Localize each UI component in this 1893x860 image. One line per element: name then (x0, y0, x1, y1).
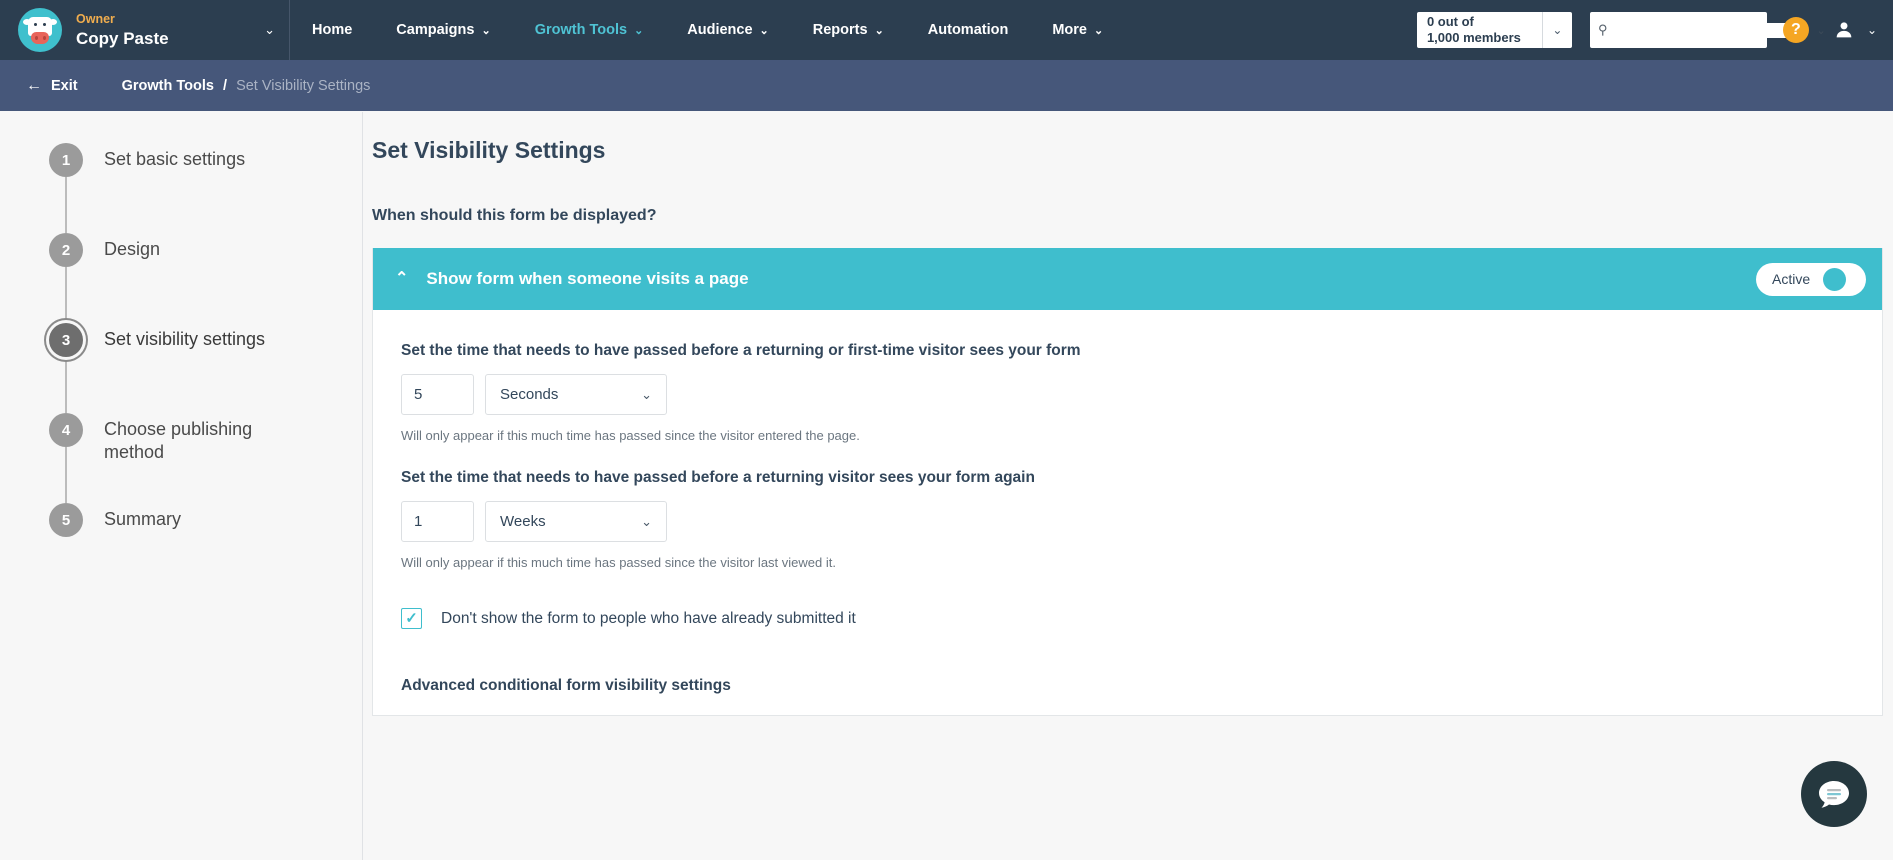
advanced-settings-heading: Advanced conditional form visibility set… (401, 677, 731, 694)
panel-title: Show form when someone visits a page (426, 269, 749, 288)
nav-item-home[interactable]: Home (290, 0, 374, 60)
chevron-down-icon: ⌄ (759, 24, 769, 37)
step-number: 2 (49, 233, 83, 267)
active-toggle[interactable]: Active (1756, 262, 1866, 296)
chevron-down-icon[interactable]: ⌄ (254, 22, 275, 38)
step-number: 3 (49, 323, 83, 357)
nav-item-label: Automation (927, 22, 1009, 38)
nav-item-label: Reports (812, 22, 868, 38)
sidebar-divider (362, 112, 363, 860)
top-navigation-bar: Owner Copy Paste ⌄ Home Campaigns ⌄ Grow… (0, 0, 1893, 60)
panel-body: Set the time that needs to have passed b… (373, 310, 1882, 715)
chevron-down-icon: ⌄ (1093, 24, 1104, 37)
step-label: Summary (104, 509, 182, 529)
revisit-unit-label: Weeks (500, 513, 546, 530)
field-helper-text: Will only appear if this much time has p… (401, 428, 860, 443)
members-quota-line2: 1,000 members (1426, 30, 1521, 45)
hide-after-submit-label: Don't show the form to people who have a… (441, 609, 856, 627)
chevron-down-icon: ⌄ (641, 386, 652, 402)
nav-item-label: Growth Tools (534, 22, 628, 38)
exit-button[interactable]: ← Exit (26, 77, 78, 95)
main-content: Set Visibility Settings When should this… (362, 111, 1893, 860)
account-role: Owner (76, 11, 115, 26)
wizard-steps-sidebar: 1 Set basic settings 2 Design 3 Set visi… (0, 111, 362, 860)
nav-item-label: Campaigns (396, 22, 475, 38)
help-icon[interactable]: ? (1782, 17, 1809, 43)
field-group-first-time-delay: Set the time that needs to have passed b… (401, 342, 1854, 443)
nav-item-campaigns[interactable]: Campaigns ⌄ (374, 0, 512, 60)
delay-unit-select[interactable]: Seconds ⌄ (485, 374, 667, 415)
brand-logo-cow-icon (18, 8, 62, 52)
sidebar-step-design[interactable]: 2 Design (0, 233, 362, 323)
step-label: Set visibility settings (104, 329, 266, 349)
delay-unit-label: Seconds (500, 386, 559, 403)
chevron-down-icon: ⌄ (634, 24, 644, 37)
field-helper-text: Will only appear if this much time has p… (401, 555, 836, 570)
field-label: Set the time that needs to have passed b… (401, 469, 1035, 486)
search-input[interactable] (1607, 22, 1796, 38)
chat-bubble-icon (1819, 781, 1849, 808)
exit-label: Exit (51, 77, 78, 94)
field-group-return-visitor-delay: Set the time that needs to have passed b… (401, 469, 1854, 570)
global-search[interactable]: ⚲ All ⌄ (1589, 12, 1826, 48)
arrow-left-icon: ← (26, 76, 42, 94)
breadcrumb-current: Set Visibility Settings (236, 77, 371, 94)
breadcrumb-separator: / (223, 77, 228, 94)
chevron-down-icon[interactable]: ⌄ (1541, 12, 1572, 48)
step-number: 1 (49, 143, 83, 177)
nav-item-label: Audience (687, 22, 753, 38)
members-quota-line1: 0 out of (1426, 13, 1474, 29)
nav-item-label: Home (312, 22, 353, 38)
chevron-down-icon: ⌄ (874, 24, 884, 37)
step-label: Set basic settings (104, 149, 246, 169)
nav-item-growth-tools[interactable]: Growth Tools ⌄ (513, 0, 666, 60)
sidebar-step-summary[interactable]: 5 Summary (0, 503, 362, 553)
panel-header[interactable]: ⌃ Show form when someone visits a page A… (373, 248, 1882, 310)
active-toggle-label: Active (1772, 271, 1811, 287)
account-name: Copy Paste (76, 28, 169, 48)
step-number: 5 (49, 503, 83, 537)
sidebar-step-set-visibility-settings[interactable]: 3 Set visibility settings (0, 323, 362, 413)
primary-nav-items: Home Campaigns ⌄ Growth Tools ⌄ Audience… (290, 0, 1125, 60)
step-number: 4 (49, 413, 83, 447)
step-label: Design (104, 239, 161, 259)
chevron-down-icon[interactable]: ⌄ (1816, 24, 1825, 37)
step-label: Choose publishing method (104, 419, 253, 463)
revisit-unit-select[interactable]: Weeks ⌄ (485, 501, 667, 542)
chevron-up-icon[interactable]: ⌃ (395, 271, 408, 287)
account-switcher[interactable]: Owner Copy Paste ⌄ (0, 0, 290, 60)
nav-item-reports[interactable]: Reports ⌄ (791, 0, 906, 60)
sidebar-step-set-basic-settings[interactable]: 1 Set basic settings (0, 143, 362, 233)
user-menu[interactable]: ⌄ (1833, 19, 1877, 41)
field-label: Set the time that needs to have passed b… (401, 342, 1081, 359)
breadcrumb-parent[interactable]: Growth Tools (122, 78, 214, 94)
chat-support-button[interactable] (1801, 761, 1867, 827)
nav-right-group: 0 out of 1,000 members ⌄ ⚲ All ⌄ ? ⌄ (1416, 0, 1893, 60)
members-quota-dropdown[interactable]: 0 out of 1,000 members ⌄ (1416, 12, 1572, 48)
revisit-value-input[interactable] (401, 501, 474, 542)
nav-item-more[interactable]: More ⌄ (1030, 0, 1125, 60)
chevron-down-icon: ⌄ (481, 24, 491, 37)
breadcrumb: Growth Tools / Set Visibility Settings (122, 78, 371, 94)
hide-after-submit-row[interactable]: ✓ Don't show the form to people who have… (401, 608, 1854, 629)
sidebar-step-choose-publishing-method[interactable]: 4 Choose publishing method (0, 413, 362, 503)
nav-item-automation[interactable]: Automation (906, 0, 1031, 60)
breadcrumb-bar: ← Exit Growth Tools / Set Visibility Set… (0, 60, 1893, 111)
search-icon: ⚲ (1597, 22, 1608, 37)
page-body: 1 Set basic settings 2 Design 3 Set visi… (0, 111, 1893, 860)
delay-value-input[interactable] (401, 374, 474, 415)
section-question: When should this form be displayed? (372, 207, 657, 224)
user-avatar-icon (1836, 22, 1852, 38)
nav-item-audience[interactable]: Audience ⌄ (665, 0, 790, 60)
visibility-rule-panel: ⌃ Show form when someone visits a page A… (372, 248, 1883, 716)
chevron-down-icon[interactable]: ⌄ (1867, 23, 1877, 37)
check-icon: ✓ (405, 610, 418, 627)
page-title: Set Visibility Settings (372, 137, 606, 163)
hide-after-submit-checkbox[interactable]: ✓ (401, 608, 422, 629)
chevron-down-icon: ⌄ (641, 513, 652, 529)
toggle-knob (1823, 267, 1847, 291)
nav-item-label: More (1052, 22, 1087, 38)
